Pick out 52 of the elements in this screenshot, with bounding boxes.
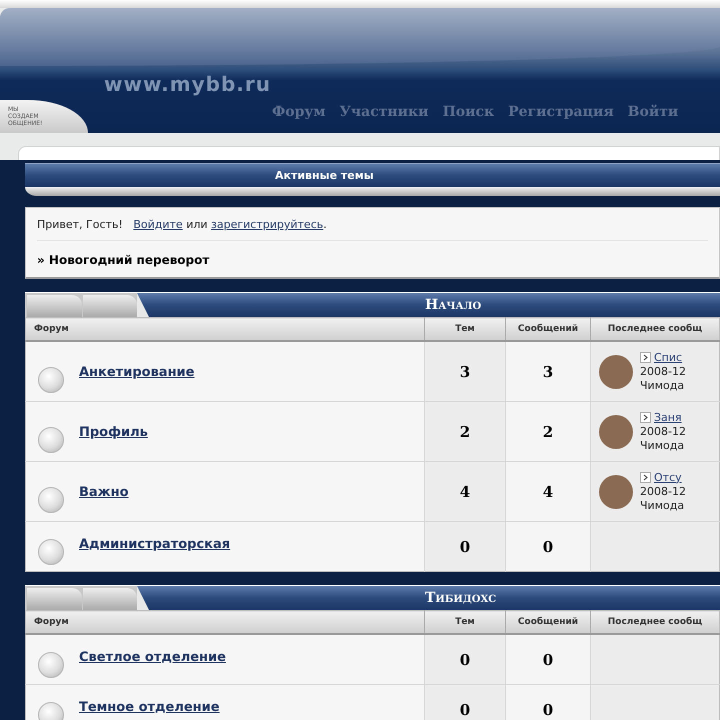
section-title-bar: Активные темы xyxy=(25,163,720,187)
post-count: 0 xyxy=(506,522,590,572)
avatar-placeholder xyxy=(599,354,633,388)
forum-status-icon xyxy=(38,486,64,512)
column-header: Тем xyxy=(424,610,506,634)
register-link[interactable]: зарегистрируйтесь xyxy=(211,218,324,231)
topic-count: 0 xyxy=(424,522,506,572)
column-header: Последнее сообщ xyxy=(590,318,720,341)
forum-link[interactable]: Анкетирование xyxy=(79,364,194,380)
column-header: Форум xyxy=(26,318,424,341)
post-count: 0 xyxy=(506,634,590,684)
forum-status-icon xyxy=(38,538,64,564)
topic-count: 3 xyxy=(424,341,506,402)
post-date: 2008-12 xyxy=(640,484,686,498)
post-author: Чимода xyxy=(640,438,686,452)
avatar-placeholder xyxy=(599,414,633,448)
column-header: Тем xyxy=(424,318,506,341)
forum-link[interactable]: Темное отделение xyxy=(79,700,220,714)
column-header: Сообщений xyxy=(506,610,590,634)
forum-status-icon xyxy=(38,702,64,720)
column-header: Форум xyxy=(26,610,424,634)
post-count: 3 xyxy=(506,341,590,402)
last-post-link[interactable]: Заня xyxy=(654,410,682,424)
post-count: 0 xyxy=(506,684,590,720)
post-date: 2008-12 xyxy=(640,364,686,378)
post-date: 2008-12 xyxy=(640,424,686,438)
announcement-text: » Новогодний переворот xyxy=(37,252,210,269)
forum-link[interactable]: Важно xyxy=(79,484,129,500)
topic-count: 0 xyxy=(424,634,506,684)
forum-link[interactable]: Администраторская xyxy=(79,536,230,552)
topic-count: 4 xyxy=(424,462,506,522)
last-post-link[interactable]: Спис xyxy=(654,350,682,364)
forum-status-icon xyxy=(38,366,64,392)
topic-count: 2 xyxy=(424,402,506,462)
category-title-bar: Тибидохс xyxy=(137,586,720,610)
column-header: Последнее сообщ xyxy=(590,610,720,634)
post-author: Чимода xyxy=(640,378,686,392)
forum-status-icon xyxy=(38,426,64,452)
avatar-placeholder xyxy=(599,474,633,508)
last-post-link[interactable]: Отсу xyxy=(654,470,682,484)
column-header: Сообщений xyxy=(506,318,590,341)
login-link[interactable]: Войдите xyxy=(133,218,183,231)
site-logo: www.mybb.ru xyxy=(104,72,272,96)
greeting-text: Привет, Гость! Войдите или зарегистрируйтесь. xyxy=(37,208,708,241)
forum-link[interactable]: Профиль xyxy=(79,424,148,440)
post-author: Чимода xyxy=(640,498,686,512)
post-count: 2 xyxy=(506,402,590,462)
post-count: 4 xyxy=(506,462,590,522)
forum-link[interactable]: Светлое отделение xyxy=(79,650,226,664)
forum-status-icon xyxy=(38,652,64,678)
category-title-bar: Начало xyxy=(137,293,720,317)
topic-count: 0 xyxy=(424,684,506,720)
